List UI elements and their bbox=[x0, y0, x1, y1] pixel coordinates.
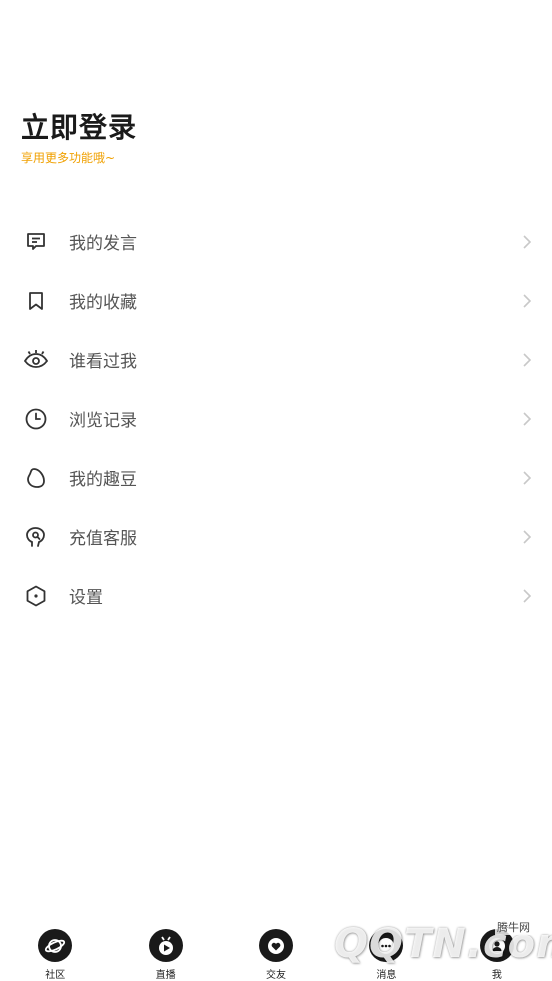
menu-item-recharge-service[interactable]: 充值客服 bbox=[0, 507, 552, 566]
chevron-right-icon bbox=[520, 352, 534, 367]
eye-icon bbox=[22, 346, 50, 374]
tab-label: 社区 bbox=[45, 970, 66, 981]
tab-label: 消息 bbox=[376, 970, 397, 981]
tab-label: 交友 bbox=[266, 970, 287, 981]
tab-dating[interactable]: 交友 bbox=[221, 922, 331, 981]
login-header: 立即登录 享用更多功能哦~ bbox=[21, 108, 137, 166]
menu-item-settings[interactable]: 设置 bbox=[0, 566, 552, 625]
menu-item-my-posts[interactable]: 我的发言 bbox=[0, 212, 552, 271]
menu-label: 我的发言 bbox=[69, 234, 137, 254]
tab-messages[interactable]: 消息 bbox=[331, 922, 441, 981]
chevron-right-icon bbox=[520, 470, 534, 485]
menu-label: 设置 bbox=[69, 588, 103, 608]
menu-label: 谁看过我 bbox=[69, 352, 137, 372]
menu-label: 浏览记录 bbox=[69, 411, 137, 431]
chevron-right-icon bbox=[520, 411, 534, 426]
menu-item-my-favorites[interactable]: 我的收藏 bbox=[0, 271, 552, 330]
menu-label: 我的趣豆 bbox=[69, 470, 137, 490]
login-title[interactable]: 立即登录 bbox=[21, 108, 137, 148]
menu-item-my-beans[interactable]: 我的趣豆 bbox=[0, 448, 552, 507]
heart-icon bbox=[259, 929, 294, 962]
menu-label: 充值客服 bbox=[69, 529, 137, 549]
tab-community[interactable]: 社区 bbox=[0, 922, 110, 981]
menu-item-browse-history[interactable]: 浏览记录 bbox=[0, 389, 552, 448]
customer-service-icon bbox=[22, 523, 50, 551]
chevron-right-icon bbox=[520, 293, 534, 308]
clock-icon bbox=[22, 405, 50, 433]
login-subtitle: 享用更多功能哦~ bbox=[21, 151, 116, 165]
chevron-right-icon bbox=[520, 588, 534, 603]
bottom-tab-bar: 社区 直播 交友 消息 我 bbox=[0, 922, 552, 981]
bookmark-icon bbox=[22, 287, 50, 315]
menu-label: 我的收藏 bbox=[69, 293, 137, 313]
comment-icon bbox=[22, 228, 50, 256]
profile-menu: 我的发言 我的收藏 谁看过我 浏览记录 我的趣豆 充值客服 设置 bbox=[0, 212, 552, 625]
chevron-right-icon bbox=[520, 529, 534, 544]
tab-me[interactable]: 我 bbox=[442, 922, 552, 981]
me-icon bbox=[479, 929, 514, 962]
chevron-right-icon bbox=[520, 234, 534, 249]
tab-label: 直播 bbox=[155, 970, 176, 981]
settings-icon bbox=[22, 582, 50, 610]
live-play-icon bbox=[148, 929, 183, 962]
menu-item-who-viewed-me[interactable]: 谁看过我 bbox=[0, 330, 552, 389]
tab-label: 我 bbox=[491, 970, 502, 981]
message-icon bbox=[369, 929, 404, 962]
community-icon bbox=[38, 929, 73, 962]
bean-icon bbox=[22, 464, 50, 492]
tab-live[interactable]: 直播 bbox=[110, 922, 220, 981]
